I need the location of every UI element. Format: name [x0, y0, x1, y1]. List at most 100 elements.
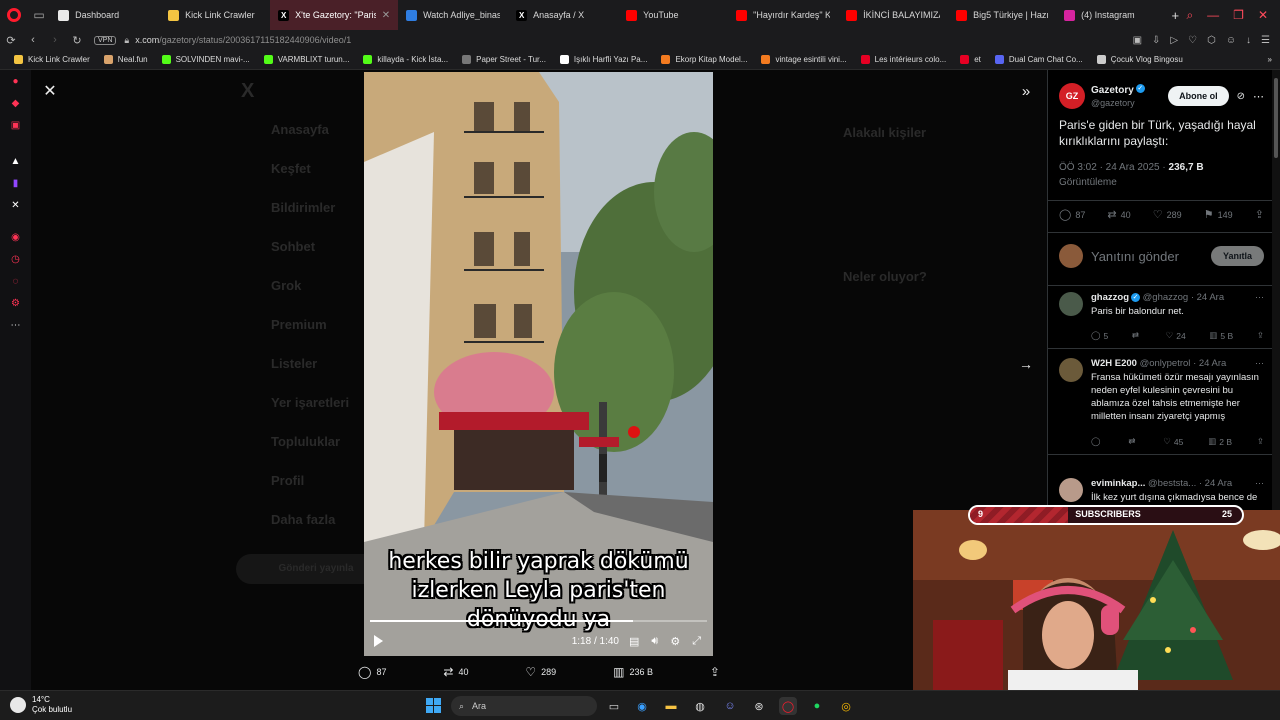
grok-icon[interactable]: ⊘	[1237, 91, 1245, 102]
reply-stat[interactable]: ◯	[1091, 436, 1104, 447]
discord-icon[interactable]: ☺	[721, 697, 739, 715]
maximize-icon[interactable]: ❐	[1233, 8, 1244, 22]
messenger-icon[interactable]: ◆	[0, 92, 31, 114]
bookmark-item[interactable]: et	[960, 55, 981, 64]
repost-stat[interactable]: ⇄	[1128, 436, 1138, 447]
spotify-icon[interactable]: ●	[808, 697, 826, 715]
browser-tab[interactable]: (4) Instagram	[1056, 0, 1164, 30]
my-avatar[interactable]	[1059, 244, 1083, 268]
close-media-icon[interactable]: ✕	[40, 82, 60, 102]
share-stat[interactable]: ⇪	[1257, 436, 1264, 447]
tab-overview-icon[interactable]: ▭	[28, 0, 50, 30]
bookmark-item[interactable]: killayda - Kick İsta...	[363, 55, 448, 64]
vpn-badge[interactable]: VPN	[94, 35, 117, 45]
bookmark-item[interactable]: Les intérieurs colo...	[860, 55, 946, 64]
video-player[interactable]: herkes bilir yaprak dökümü izlerken Leyl…	[364, 72, 713, 656]
steam-icon[interactable]: ⊛	[750, 697, 768, 715]
reply-stat[interactable]: ◯ 5	[1091, 330, 1108, 341]
more-icon[interactable]: ⋯	[1255, 478, 1264, 489]
reply-action[interactable]: ◯ 87	[358, 665, 386, 679]
browser-tab[interactable]: X Anasayfa / X	[508, 0, 618, 30]
play-icon[interactable]	[374, 635, 383, 647]
close-tab-icon[interactable]: ✕	[382, 10, 390, 21]
browser-tab[interactable]: X X'te Gazetory: "Paris'e gi ✕	[270, 0, 399, 30]
volume-icon[interactable]: 🔊︎	[651, 635, 658, 648]
scrollbar-thumb[interactable]	[1274, 78, 1278, 158]
bookmark-item[interactable]: Kick Link Crawler	[14, 55, 90, 64]
history-icon[interactable]: ◷	[0, 248, 31, 270]
bookmark-item[interactable]: Çocuk Vlog Bingosu	[1096, 55, 1183, 64]
profile-icon[interactable]: ☺	[1226, 35, 1236, 46]
reload-icon[interactable]: ↻	[66, 34, 88, 47]
author-block[interactable]: Gazetory ✓ @gazetory	[1091, 83, 1145, 109]
play-icon[interactable]: ▷	[1170, 35, 1178, 46]
chrome-icon[interactable]: ◎	[837, 697, 855, 715]
player-icon[interactable]: ◉	[0, 226, 31, 248]
commenter-avatar[interactable]	[1059, 478, 1083, 502]
chat-icon[interactable]: ◌	[0, 270, 31, 292]
more-icon[interactable]: ⋯	[1253, 90, 1264, 103]
opera-logo-icon[interactable]	[0, 0, 28, 30]
bookmark-stat[interactable]: ⚑ 149	[1204, 208, 1233, 221]
share-action[interactable]: ⇪	[710, 665, 720, 679]
next-media-icon[interactable]: →	[1016, 354, 1036, 374]
sync-icon[interactable]: ⟳	[0, 34, 22, 47]
sidebar-more-icon[interactable]: ⋯	[0, 314, 31, 336]
heart-stat[interactable]: ♡ 45	[1163, 436, 1183, 447]
commenter-name[interactable]: ghazzog	[1091, 292, 1129, 303]
bookmark-item[interactable]: SOLVINDEN mavi-...	[161, 55, 250, 64]
downloads-icon[interactable]: ↓	[1246, 35, 1251, 46]
forward-icon[interactable]: ›	[44, 34, 66, 46]
comment-item[interactable]: ghazzog ✓ @ghazzog · 24 Ara ⋯ Paris bir bal…	[1048, 292, 1272, 362]
bookmark-item[interactable]: Ekorp Kitap Model...	[661, 55, 747, 64]
url-field[interactable]: x.com/gazetory/status/200361711518244090…	[135, 35, 351, 45]
menu-icon[interactable]: ☰	[1261, 35, 1270, 46]
download-page-icon[interactable]: ⇩	[1152, 35, 1160, 46]
gazetory-avatar[interactable]: GZ	[1059, 83, 1085, 109]
views-stat[interactable]: ▥ 2 B	[1208, 436, 1232, 447]
views-action[interactable]: ▥ 236 B	[613, 665, 653, 679]
reply-input[interactable]: Yanıtını gönder	[1091, 249, 1179, 264]
more-icon[interactable]: ⋯	[1255, 358, 1264, 369]
views-stat[interactable]: ▥ 5 B	[1209, 330, 1233, 341]
follow-button[interactable]: Abone ol	[1168, 86, 1229, 106]
share-stat[interactable]: ⇪	[1257, 330, 1264, 341]
settings-icon[interactable]: ⚙	[670, 635, 680, 648]
collapse-panel-icon[interactable]: »	[1016, 82, 1036, 102]
settings-icon[interactable]: ⚙	[0, 292, 31, 314]
like-action[interactable]: ♡ 289	[525, 665, 556, 679]
repost-stat[interactable]: ⇄ 40	[1107, 208, 1130, 221]
opera-icon[interactable]: ◯	[779, 697, 797, 715]
windows-start-icon[interactable]	[426, 698, 441, 713]
more-bookmarks-icon[interactable]: »	[1268, 55, 1272, 64]
browser-tab[interactable]: Big5 Türkiye | Hazır	[948, 0, 1056, 30]
home-icon[interactable]: ●	[0, 70, 31, 92]
minimize-icon[interactable]: —	[1207, 8, 1219, 22]
close-window-icon[interactable]: ✕	[1258, 8, 1268, 22]
bookmark-item[interactable]: Işıklı Harfli Yazı Pa...	[559, 55, 647, 64]
repost-action[interactable]: ⇄ 40	[443, 665, 468, 679]
reply-button[interactable]: Yanıtla	[1210, 246, 1264, 266]
browser-tab[interactable]: Dashboard	[50, 0, 160, 30]
twitch-icon[interactable]: ▮	[0, 172, 31, 194]
mail-icon[interactable]: ▣	[0, 114, 31, 136]
video-progress-bar[interactable]	[370, 620, 707, 622]
browser-tab[interactable]: "Hayırdır Kardeş" Ki	[728, 0, 838, 30]
weather-widget[interactable]: 14°C Çok bulutlu	[10, 695, 72, 715]
commenter-name[interactable]: eviminkap...	[1091, 478, 1145, 489]
lock-icon[interactable]: 🔒︎	[124, 35, 129, 46]
commenter-avatar[interactable]	[1059, 292, 1083, 316]
file-explorer-icon[interactable]: ▬	[662, 697, 680, 715]
heart-stat[interactable]: ♡ 24	[1166, 330, 1186, 341]
bookmark-item[interactable]: Paper Street - Tur...	[462, 55, 546, 64]
favorite-icon[interactable]: ♡	[1188, 35, 1197, 46]
task-view-icon[interactable]: ▭	[605, 697, 623, 715]
repost-stat[interactable]: ⇄	[1132, 330, 1142, 341]
new-tab-icon[interactable]: +	[1164, 0, 1186, 30]
comment-item[interactable]: W2H E200 @onlypetrol · 24 Ara ⋯ Fransa hük…	[1048, 358, 1272, 468]
extensions-icon[interactable]: ⬡	[1207, 35, 1216, 46]
captions-icon[interactable]: ▤	[629, 635, 639, 648]
browser-tab[interactable]: YouTube	[618, 0, 728, 30]
commenter-name[interactable]: W2H E200	[1091, 358, 1137, 369]
bookmark-item[interactable]: Dual Cam Chat Co...	[994, 55, 1083, 64]
